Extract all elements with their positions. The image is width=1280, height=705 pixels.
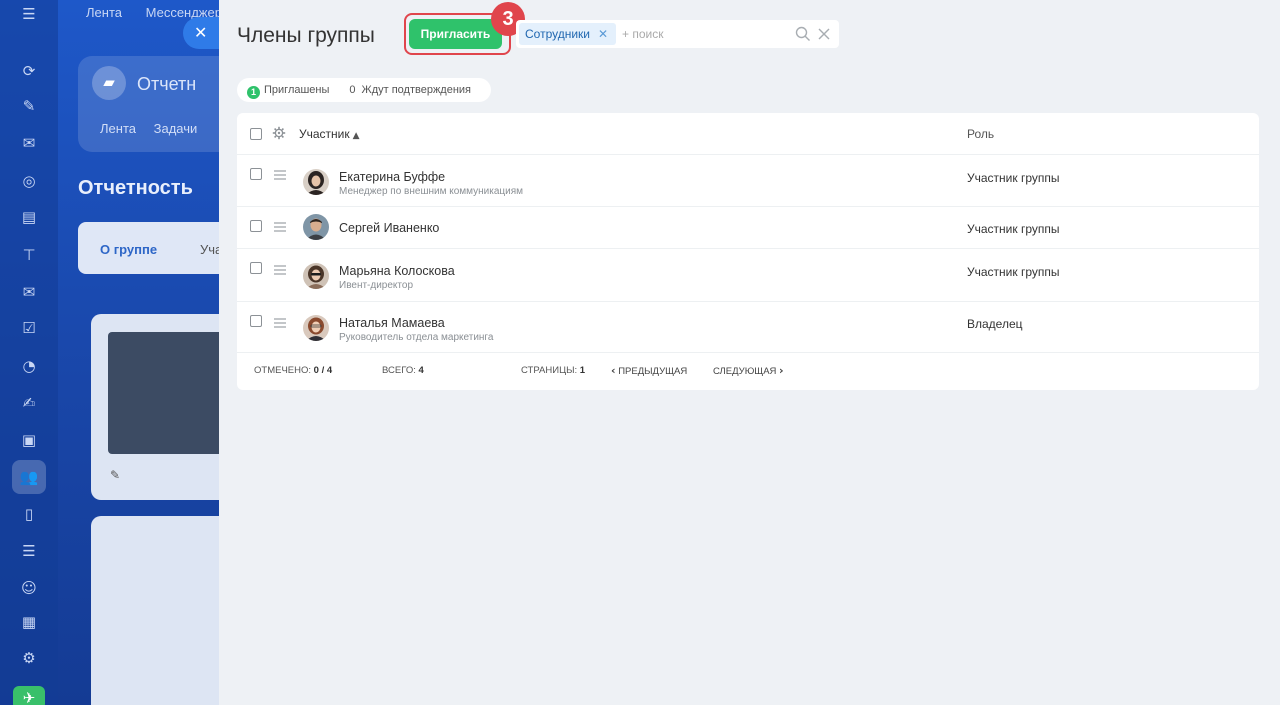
member-name[interactable]: Наталья Мамаева <box>339 316 445 330</box>
group-members-panel: Члены группы Пригласить 3 Сотрудники✕ 1П… <box>219 0 1280 705</box>
group-card-tabs: Лента Задачи <box>100 121 211 136</box>
video-icon[interactable]: ▣ <box>19 430 39 450</box>
nav-feed[interactable]: Лента <box>86 5 122 20</box>
next-page-label: СЛЕДУЮЩАЯ <box>713 366 777 377</box>
row-checkbox[interactable] <box>250 315 262 327</box>
member-role: Участник группы <box>967 171 1060 185</box>
invite-button[interactable]: Пригласить <box>409 19 502 49</box>
table-row[interactable]: Сергей Иваненко Участник группы <box>237 207 1259 249</box>
search-icon[interactable] <box>794 25 812 43</box>
table-row[interactable]: Наталья Мамаева Руководитель отдела марк… <box>237 302 1259 353</box>
row-menu-icon[interactable] <box>274 170 286 180</box>
column-header-member[interactable]: Участник ▲ <box>299 127 360 141</box>
row-checkbox[interactable] <box>250 168 262 180</box>
column-header-member-label: Участник <box>299 127 350 141</box>
selected-counter: ОТМЕЧЕНО: 0 / 4 <box>254 353 332 389</box>
member-name[interactable]: Екатерина Буффе <box>339 170 445 184</box>
sign-icon[interactable]: ✍ <box>19 393 39 413</box>
total-counter: ВСЕГО: 4 <box>382 353 424 389</box>
rocket-icon[interactable]: ✈ <box>13 686 45 705</box>
row-menu-icon[interactable] <box>274 318 286 328</box>
next-page-link[interactable]: СЛЕДУЮЩАЯ › <box>713 353 784 390</box>
documents-icon[interactable]: ▤ <box>19 207 39 227</box>
member-position: Менеджер по внешним коммуникациям <box>339 186 524 197</box>
column-header-role[interactable]: Роль <box>967 127 994 141</box>
robot-icon[interactable]: ☺ <box>19 578 39 598</box>
marketing-icon[interactable]: ◔ <box>19 356 39 376</box>
avatar[interactable] <box>303 169 329 195</box>
settings-gear-icon[interactable]: ⚙ <box>19 648 39 668</box>
members-grid: Участник ▲ Роль Екатерина Буффе Менеджер … <box>237 113 1259 390</box>
search-input[interactable] <box>622 24 782 44</box>
pages-counter: СТРАНИЦЫ: 1 <box>521 353 585 389</box>
left-rail: ☰ ⟳ ✎ ✉ ◎ ▤ ⊤ ✉ ☑ ◔ ✍ ▣ 👥 ▯ ☰ ☺ ▦ ⚙ ✈ <box>0 0 58 705</box>
background-page-title: Отчетность <box>78 177 193 199</box>
inventory-icon[interactable]: ☰ <box>19 541 39 561</box>
group-card-title: Отчетн <box>137 74 197 94</box>
avatar[interactable] <box>303 315 329 341</box>
previous-page-link[interactable]: ‹ ПРЕДЫДУЩАЯ <box>611 353 687 390</box>
row-checkbox[interactable] <box>250 262 262 274</box>
filter-chip-employees[interactable]: Сотрудники ✕ <box>519 23 617 45</box>
member-position: Ивент-директор <box>339 280 414 291</box>
grid-footer: ОТМЕЧЕНО: 0 / 4 ВСЕГО: 4 СТРАНИЦЫ: 1 ‹ П… <box>237 353 1259 389</box>
folder-icon: ▰ <box>92 66 126 100</box>
member-name[interactable]: Сергей Иваненко <box>339 221 439 235</box>
member-counters: 1 Приглашены 0 Ждут подтверждения <box>237 78 491 102</box>
clear-icon[interactable] <box>815 25 833 43</box>
member-role: Владелец <box>967 317 1023 331</box>
close-icon: ✕ <box>194 23 208 42</box>
widget-image <box>108 332 228 454</box>
tab-about-group[interactable]: О группе <box>100 242 157 257</box>
checklist-icon[interactable]: ☑ <box>19 318 39 338</box>
table-row[interactable]: Екатерина Буффе Менеджер по внешним комм… <box>237 155 1259 207</box>
chevron-right-icon: › <box>779 364 784 377</box>
invited-counter[interactable]: Приглашены <box>264 84 329 96</box>
pending-counter[interactable]: Ждут подтверждения <box>362 84 471 96</box>
row-menu-icon[interactable] <box>274 222 286 232</box>
avatar[interactable] <box>303 263 329 289</box>
selected-label: ОТМЕЧЕНО: <box>254 365 311 376</box>
pages-label: СТРАНИЦЫ: <box>521 365 578 376</box>
column-settings-gear-icon[interactable] <box>272 126 286 140</box>
schedule-icon[interactable]: ▦ <box>19 612 39 632</box>
feed-icon[interactable]: ⟳ <box>19 61 39 81</box>
invited-count-badge: 1 <box>247 86 260 99</box>
card-tab-feed[interactable]: Лента <box>100 121 136 136</box>
row-menu-icon[interactable] <box>274 265 286 275</box>
selected-value: 0 / 4 <box>313 365 333 376</box>
chip-remove-icon[interactable]: ✕ <box>598 27 608 41</box>
chip-label: Сотрудники <box>525 27 590 41</box>
file-icon[interactable]: ▯ <box>19 504 39 524</box>
previous-page-label: ПРЕДЫДУЩАЯ <box>618 366 688 377</box>
grid-header: Участник ▲ Роль <box>237 113 1259 155</box>
pencil-icon[interactable]: ✎ <box>110 468 120 482</box>
crm-icon[interactable]: ⊤ <box>19 245 39 265</box>
filter-search-box[interactable]: Сотрудники ✕ <box>516 20 839 48</box>
mail-icon[interactable]: ✉ <box>19 282 39 302</box>
groups-icon[interactable]: 👥 <box>12 460 46 494</box>
card-tab-tasks[interactable]: Задачи <box>154 121 198 136</box>
member-role: Участник группы <box>967 265 1060 279</box>
total-value: 4 <box>418 365 424 376</box>
tasks-icon[interactable]: ✎ <box>19 96 39 116</box>
member-name[interactable]: Марьяна Колоскова <box>339 264 455 278</box>
sort-up-icon: ▲ <box>352 131 360 141</box>
select-all-checkbox[interactable] <box>250 128 262 140</box>
panel-title: Члены группы <box>237 24 375 47</box>
avatar[interactable] <box>303 214 329 240</box>
pages-value[interactable]: 1 <box>580 365 585 376</box>
chat-icon[interactable]: ✉ <box>19 133 39 153</box>
pending-count: 0 <box>349 84 356 96</box>
member-role: Участник группы <box>967 222 1060 236</box>
calendar-icon[interactable]: ◎ <box>19 171 39 191</box>
member-position: Руководитель отдела маркетинга <box>339 332 494 343</box>
chevron-left-icon: ‹ <box>611 364 616 377</box>
table-row[interactable]: Марьяна Колоскова Ивент-директор Участни… <box>237 249 1259 302</box>
row-checkbox[interactable] <box>250 220 262 232</box>
menu-icon[interactable]: ☰ <box>19 4 39 24</box>
total-label: ВСЕГО: <box>382 365 416 376</box>
